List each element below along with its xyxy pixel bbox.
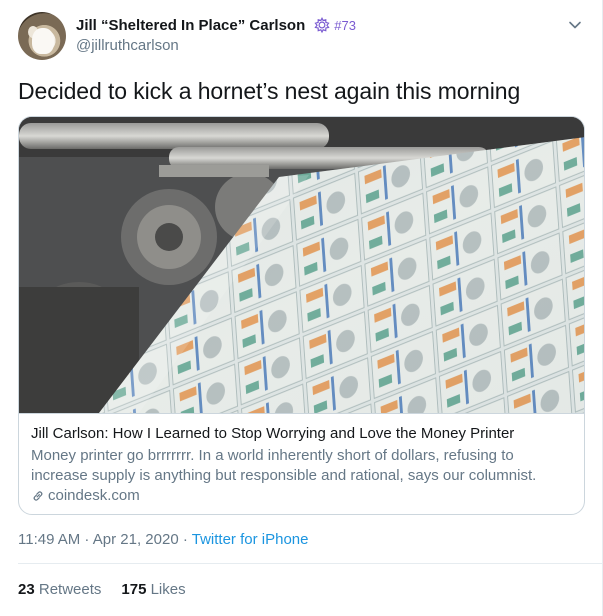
card-domain-text: coindesk.com: [48, 487, 140, 504]
likes-count: 175: [121, 581, 147, 598]
author-names: Jill “Sheltered In Place” Carlson #73 @j…: [76, 15, 356, 55]
meta-separator: ·: [178, 531, 192, 548]
link-icon: [33, 491, 43, 501]
tweet-meta: 11:49 AM · Apr 21, 2020 · Twitter for iP…: [18, 531, 308, 548]
chevron-down-icon[interactable]: [568, 18, 582, 32]
cog-badge-icon: [314, 16, 330, 34]
card-description: Money printer go brrrrrrr. In a world in…: [31, 447, 537, 484]
divider: [18, 563, 602, 564]
tweet-header: Jill “Sheltered In Place” Carlson #73 @j…: [18, 12, 584, 60]
card-body[interactable]: Jill Carlson: How I Learned to Stop Worr…: [19, 413, 584, 514]
display-name-row: Jill “Sheltered In Place” Carlson #73: [76, 15, 356, 35]
tweet-text: Decided to kick a hornet’s nest again th…: [18, 78, 521, 104]
money-printer-image: [19, 117, 584, 413]
likes-stat[interactable]: 175 Likes: [121, 581, 185, 598]
card-image[interactable]: [19, 117, 584, 413]
avatar-dog: [32, 28, 54, 54]
tweet-date[interactable]: Apr 21, 2020: [93, 531, 179, 548]
badge-number: #73: [334, 17, 356, 33]
retweets-label: Retweets: [38, 581, 102, 598]
author-badge: #73: [313, 16, 356, 34]
card-title: Jill Carlson: How I Learned to Stop Worr…: [31, 425, 515, 442]
retweets-stat[interactable]: 23 Retweets: [18, 581, 101, 598]
avatar[interactable]: [18, 12, 66, 60]
tweet-source[interactable]: Twitter for iPhone: [192, 531, 309, 548]
retweets-count: 23: [18, 581, 35, 598]
tweet-stats: 23 Retweets 175 Likes: [18, 581, 206, 598]
tweet-container: Jill “Sheltered In Place” Carlson #73 @j…: [0, 0, 603, 616]
likes-label: Likes: [150, 581, 186, 598]
author-display-name[interactable]: Jill “Sheltered In Place” Carlson: [76, 17, 305, 34]
meta-separator: ·: [80, 531, 93, 548]
card-domain: coindesk.com: [31, 486, 572, 506]
tweet-time[interactable]: 11:49 AM: [18, 531, 80, 548]
link-card[interactable]: Jill Carlson: How I Learned to Stop Worr…: [18, 116, 585, 515]
author-handle[interactable]: @jillruthcarlson: [76, 37, 356, 54]
